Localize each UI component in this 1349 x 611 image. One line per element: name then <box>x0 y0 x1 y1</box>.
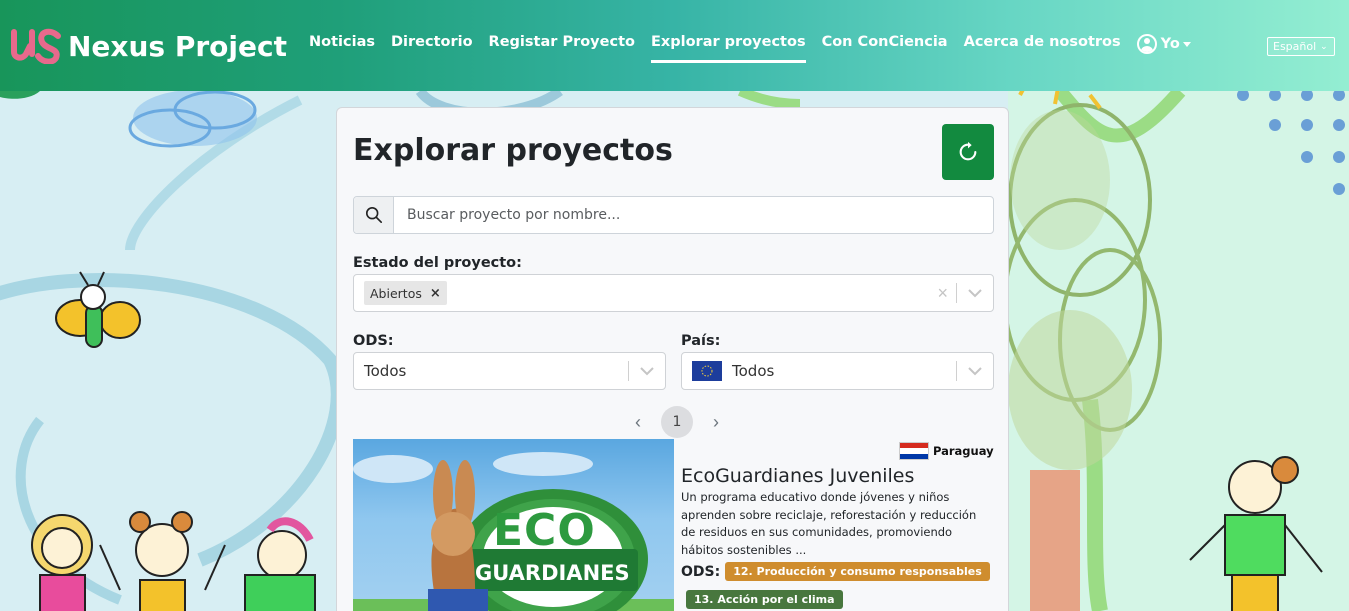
user-menu-label: Yo <box>1160 36 1180 52</box>
brand-name: Nexus Project <box>68 29 287 63</box>
ods-select-value: Todos <box>364 362 407 380</box>
search-bar <box>353 196 994 234</box>
pagination: ‹ 1 › <box>625 406 729 438</box>
refresh-button[interactable] <box>942 124 994 180</box>
globe-flag-icon <box>692 361 722 381</box>
status-chip-label: Abiertos <box>370 285 422 301</box>
select-indicators: × <box>929 275 993 311</box>
search-addon <box>354 197 394 233</box>
project-description: Un programa educativo donde jóvenes y ni… <box>681 490 977 557</box>
status-filter-label: Estado del proyecto: <box>353 255 522 271</box>
select-indicators <box>956 353 993 389</box>
project-ods: ODS: 12. Producción y consumo responsabl… <box>681 562 990 581</box>
page-number-current[interactable]: 1 <box>661 406 693 438</box>
status-multiselect[interactable]: Abiertos × × <box>353 274 994 312</box>
chip-remove-icon[interactable]: × <box>430 286 441 301</box>
nav-registrar-proyecto[interactable]: Registar Proyecto <box>489 34 635 54</box>
select-indicators <box>628 353 665 389</box>
top-navbar: Nexus Project Noticias Directorio Regist… <box>0 0 1349 91</box>
language-select[interactable]: Español ⌄ <box>1267 37 1335 56</box>
image-text-guardianes: GUARDIANES <box>475 561 630 585</box>
paraguay-flag-icon <box>899 442 929 460</box>
project-image[interactable]: ECO GUARDIANES <box>353 439 674 611</box>
nav-links: Noticias Directorio Registar Proyecto Ex… <box>309 34 1207 63</box>
brand[interactable]: Nexus Project <box>10 28 287 64</box>
nav-acerca-de-nosotros[interactable]: Acerca de nosotros <box>964 34 1121 54</box>
page-title: Explorar proyectos <box>353 133 673 168</box>
search-input[interactable] <box>394 197 993 233</box>
nexus-logo-icon <box>11 28 61 64</box>
chevron-down-icon[interactable] <box>629 366 665 376</box>
project-country: Paraguay <box>933 444 994 458</box>
chevron-down-icon: ⌄ <box>1320 41 1328 52</box>
refresh-icon <box>959 141 977 161</box>
project-title[interactable]: EcoGuardianes Juveniles <box>681 465 914 487</box>
language-value: Español <box>1273 40 1317 53</box>
search-icon <box>365 206 382 224</box>
chevron-down-icon[interactable] <box>957 366 993 376</box>
project-country-tag: Paraguay <box>899 442 994 460</box>
project-ods-second-row: 13. Acción por el clima <box>686 590 843 609</box>
clear-icon[interactable]: × <box>929 283 956 304</box>
caret-down-icon <box>1182 41 1191 47</box>
nav-con-conciencia[interactable]: Con ConCiencia <box>822 34 948 54</box>
country-select[interactable]: Todos <box>681 352 994 390</box>
ods-badge-13: 13. Acción por el clima <box>686 590 843 609</box>
user-avatar-icon <box>1136 34 1157 54</box>
ods-label: ODS: <box>681 563 721 580</box>
user-menu-toggle[interactable]: Yo <box>1136 34 1191 54</box>
ods-filter-label: ODS: <box>353 333 394 349</box>
chevron-left-icon[interactable]: ‹ <box>625 412 651 433</box>
image-text-eco: ECO <box>493 505 596 556</box>
nav-noticias[interactable]: Noticias <box>309 34 375 54</box>
nav-explorar-proyectos[interactable]: Explorar proyectos <box>650 34 806 63</box>
country-select-value: Todos <box>732 362 775 380</box>
ods-badge-12: 12. Producción y consumo responsables <box>725 562 990 581</box>
ods-select[interactable]: Todos <box>353 352 666 390</box>
chevron-down-icon[interactable] <box>957 288 993 298</box>
chevron-right-icon[interactable]: › <box>703 412 729 433</box>
explore-projects-card: Explorar proyectos Estado del proyecto: … <box>336 107 1009 611</box>
country-filter-label: País: <box>681 333 721 349</box>
nav-directorio[interactable]: Directorio <box>391 34 473 54</box>
status-chip-abiertos: Abiertos × <box>364 281 447 305</box>
